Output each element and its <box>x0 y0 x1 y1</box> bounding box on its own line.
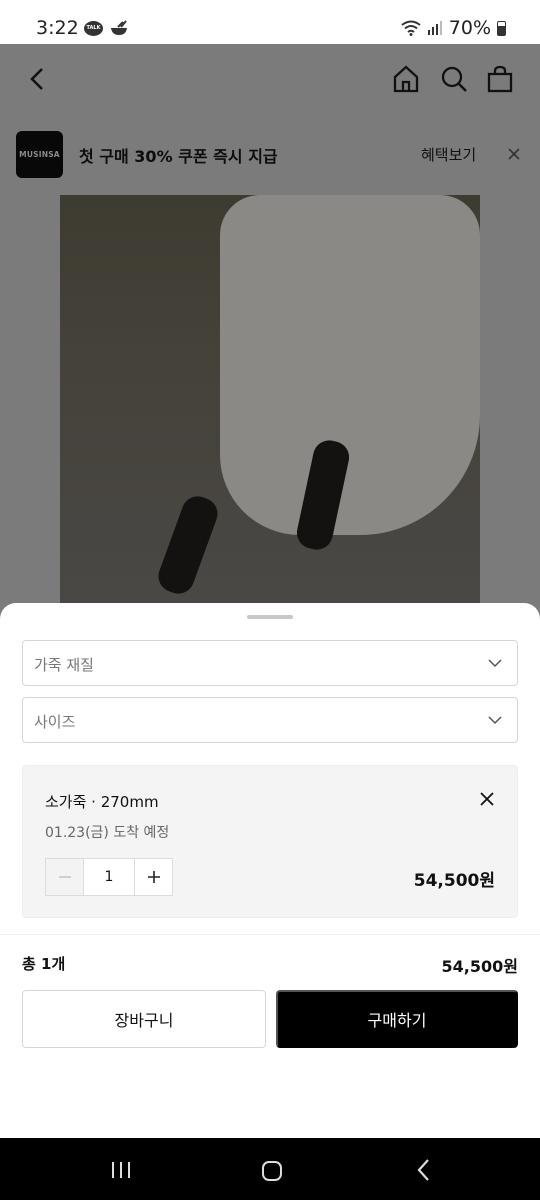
battery-icon <box>497 20 506 36</box>
size-select[interactable]: 사이즈 <box>22 697 518 743</box>
home-icon[interactable] <box>392 64 420 94</box>
add-to-cart-button[interactable]: 장바구니 <box>22 990 266 1048</box>
total-price: 54,500원 <box>441 957 518 976</box>
product-image-dress <box>220 195 480 535</box>
notification-icons: TALK <box>84 19 129 37</box>
buy-now-button[interactable]: 구매하기 <box>276 990 518 1048</box>
option-price: 54,500원 <box>413 871 495 891</box>
quantity-value[interactable]: 1 <box>84 859 134 895</box>
signal-icon <box>427 21 442 35</box>
delivery-eta: 01.23(금) 도착 예정 <box>45 825 170 841</box>
chevron-down-icon <box>488 659 502 668</box>
search-icon[interactable] <box>440 64 468 94</box>
kakaotalk-icon: TALK <box>84 20 103 36</box>
home-button-icon[interactable] <box>261 1160 283 1182</box>
total-quantity: 총 1개 <box>22 955 66 973</box>
system-status: 70% <box>401 17 506 39</box>
status-time: 3:22 <box>36 17 79 39</box>
selected-option-card: 소가죽 · 270mm 01.23(금) 도착 예정 1 54,500원 <box>22 765 518 918</box>
back-button-icon[interactable] <box>414 1158 434 1182</box>
promo-message: 첫 구매 30% 쿠폰 즉시 지급 <box>79 147 278 166</box>
product-image-sandal <box>153 491 223 599</box>
bowl-icon <box>111 20 127 35</box>
promo-benefit-link[interactable]: 혜택보기 <box>421 144 476 165</box>
wifi-icon <box>401 20 421 36</box>
plus-icon <box>147 871 160 883</box>
option-bottom-sheet: 가죽 재질 사이즈 소가죽 · 270mm 01.23(금) 도착 예정 1 5… <box>0 603 540 1138</box>
shopping-bag-icon[interactable] <box>486 64 514 94</box>
size-select-label: 사이즈 <box>34 713 76 731</box>
material-select-label: 가죽 재질 <box>34 656 94 674</box>
recent-apps-icon[interactable] <box>110 1160 132 1180</box>
minus-icon <box>58 876 71 878</box>
system-navigation-bar <box>0 1138 540 1200</box>
sheet-drag-handle[interactable] <box>247 615 293 619</box>
quantity-stepper: 1 <box>45 858 173 896</box>
close-icon[interactable] <box>506 146 522 162</box>
back-icon[interactable] <box>26 66 50 92</box>
musinsa-logo: MUSINSA <box>16 131 63 178</box>
close-icon[interactable] <box>479 791 495 807</box>
material-select[interactable]: 가죽 재질 <box>22 640 518 686</box>
promo-banner[interactable]: MUSINSA 첫 구매 30% 쿠폰 즉시 지급 혜택보기 <box>0 124 540 186</box>
divider <box>0 934 540 935</box>
chevron-down-icon <box>488 716 502 725</box>
product-image <box>60 195 480 605</box>
battery-percent: 70% <box>448 17 491 39</box>
selected-option-name: 소가죽 · 270mm <box>45 793 159 811</box>
decrease-quantity-button[interactable] <box>46 859 84 895</box>
increase-quantity-button[interactable] <box>134 859 172 895</box>
status-bar: 3:22 TALK 70% <box>0 0 540 44</box>
top-app-bar <box>0 44 540 114</box>
